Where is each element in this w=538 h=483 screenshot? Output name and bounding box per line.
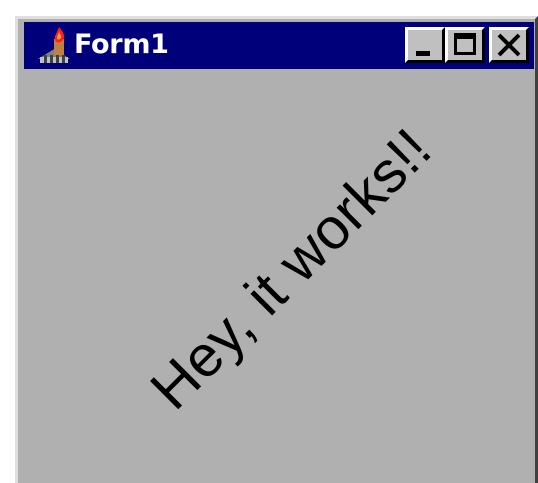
- rotated-message-label: Hey, it works!!: [138, 116, 444, 422]
- app-icon[interactable]: [34, 25, 74, 65]
- title-bar[interactable]: Form1: [24, 22, 534, 69]
- close-button[interactable]: [489, 27, 529, 63]
- maximize-icon: [454, 33, 476, 55]
- client-area[interactable]: Hey, it works!!: [21, 69, 532, 483]
- window-controls: [405, 27, 529, 63]
- minimize-icon: [416, 51, 430, 56]
- maximize-button[interactable]: [445, 27, 485, 63]
- close-icon: [497, 33, 521, 57]
- minimize-button[interactable]: [405, 27, 445, 63]
- window-title: Form1: [74, 29, 169, 60]
- form1-window[interactable]: Form1 Hey, it works!!: [15, 16, 538, 483]
